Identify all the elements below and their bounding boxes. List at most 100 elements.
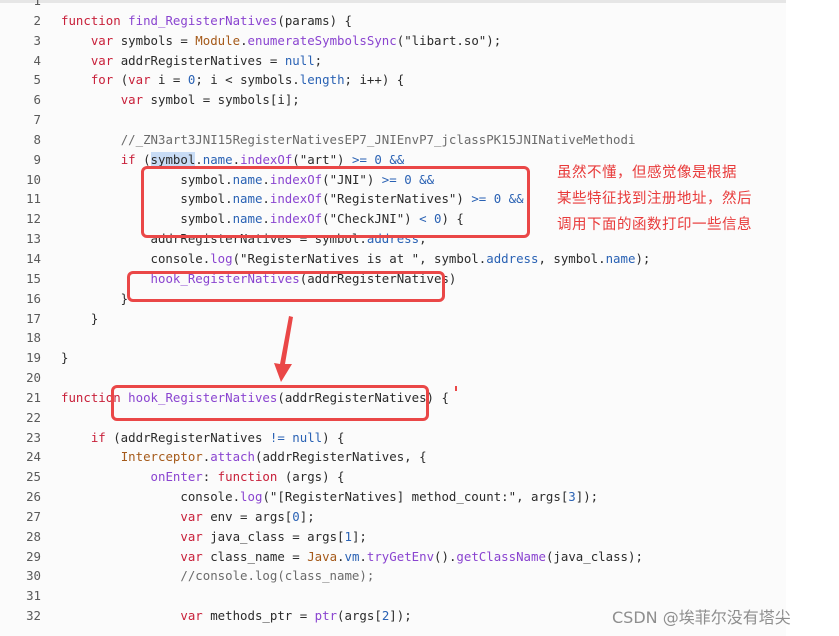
code-token: ; i < symbols. (195, 72, 300, 88)
code-token: tryGetEnv (366, 548, 435, 564)
line-number: 17 (26, 310, 41, 326)
line-number: 9 (33, 151, 41, 167)
highlight-box-hook-call (127, 271, 445, 302)
line-number: 10 (26, 171, 41, 187)
code-token: if (120, 151, 136, 167)
code-text[interactable]: var methods_ptr = ptr(args[2]); (61, 608, 412, 624)
code-text[interactable]: console.log("[RegisterNatives] method_co… (61, 489, 598, 504)
line-number: 4 (33, 52, 41, 68)
code-token: length (299, 72, 345, 88)
code-token: console. (61, 250, 211, 266)
code-line: 8 //_ZN3art3JNI15RegisterNativesEP7_JNIE… (0, 130, 786, 150)
code-token: (args) { (277, 469, 345, 485)
line-number: 11 (26, 191, 41, 207)
line-number: 1 (33, 0, 41, 8)
code-token: function (61, 12, 121, 28)
code-token: log (240, 489, 263, 505)
code-text[interactable]: var addrRegisterNatives = null; (61, 53, 322, 68)
code-line: 24 Interceptor.attach(addrRegisterNative… (0, 447, 786, 467)
code-token: if (90, 429, 106, 445)
code-token: enumerateSymbolsSync (247, 32, 397, 48)
line-number: 22 (26, 409, 41, 425)
code-token: symbol (150, 151, 196, 167)
code-line: 1 (0, 0, 786, 11)
code-token: ; (314, 52, 323, 68)
code-text[interactable]: Interceptor.attach(addrRegisterNatives, … (61, 449, 427, 464)
code-token: ]); (389, 608, 412, 624)
code-text[interactable]: var java_class = args[1]; (61, 529, 367, 544)
code-text[interactable]: console.log("RegisterNatives is at ", sy… (61, 250, 651, 266)
code-line: 30 //console.log(class_name); (0, 566, 786, 586)
code-text[interactable]: } (61, 350, 68, 365)
code-token: . (195, 151, 203, 167)
line-number: 29 (26, 548, 41, 564)
code-text[interactable]: } (61, 311, 98, 326)
code-token: (java_class); (545, 548, 643, 564)
line-number: 16 (26, 290, 41, 306)
code-token: var (120, 92, 144, 108)
code-token: log (210, 250, 233, 266)
annotation-note: 虽然不懂，但感觉像是根据 某些特征找到注册地址，然后 调用下面的函数打印一些信息 (557, 160, 752, 238)
code-line: 3 var symbols = Module.enumerateSymbolsS… (0, 31, 786, 51)
code-token: (). (434, 548, 457, 564)
code-token: attach (210, 449, 255, 465)
code-token: ]; (351, 528, 367, 544)
code-text[interactable]: onEnter: function (args) { (61, 469, 345, 484)
watermark: CSDN @埃菲尔没有塔尖 (612, 608, 791, 627)
code-text[interactable]: var symbol = symbols[i]; (61, 92, 300, 107)
code-text[interactable]: //console.log(class_name); (61, 568, 374, 583)
line-number: 21 (26, 389, 41, 405)
line-number: 32 (26, 608, 41, 624)
code-token: for (90, 72, 114, 88)
code-token: indexOf (240, 151, 293, 167)
code-text[interactable]: function find_RegisterNatives(params) { (61, 13, 352, 28)
code-line: 29 var class_name = Java.vm.tryGetEnv().… (0, 547, 786, 567)
highlight-box-conditions (141, 166, 530, 238)
stray-mark (455, 386, 457, 391)
code-token: ("RegisterNatives is at ", symbol. (232, 250, 487, 266)
code-line: 19} (0, 348, 786, 368)
code-token: != (269, 429, 285, 445)
code-token: && (389, 151, 405, 167)
code-line: 5 for (var i = 0; i < symbols.length; i+… (0, 70, 786, 90)
code-token: ( (135, 151, 151, 167)
code-text[interactable]: var symbols = Module.enumerateSymbolsSyn… (61, 33, 501, 48)
code-text[interactable]: //_ZN3art3JNI15RegisterNativesEP7_JNIEnv… (61, 132, 636, 147)
line-number: 19 (26, 350, 41, 366)
arrow-down-icon (274, 316, 293, 382)
code-token: ("libart.so"); (396, 32, 502, 48)
code-token: symbol = symbols[i]; (143, 92, 300, 108)
code-text[interactable]: for (var i = 0; i < symbols.length; i++)… (61, 72, 404, 87)
code-token: onEnter (150, 469, 203, 485)
code-token: . (359, 548, 367, 564)
code-token: var (180, 508, 203, 524)
code-token: null (284, 52, 315, 68)
code-text[interactable]: var class_name = Java.vm.tryGetEnv().get… (61, 549, 643, 564)
code-text[interactable]: if (symbol.name.indexOf("art") >= 0 && (61, 151, 405, 167)
line-number: 26 (26, 489, 41, 505)
code-token: i = (150, 72, 188, 88)
code-token: >= (351, 151, 367, 167)
code-token: vm (344, 548, 360, 564)
code-text[interactable]: } (61, 291, 128, 306)
code-token: find_RegisterNatives (128, 12, 278, 28)
line-number: 23 (26, 429, 41, 445)
code-line: 2 function find_RegisterNatives(params) { (0, 11, 786, 31)
code-token: Interceptor (120, 449, 203, 465)
code-line: 6 var symbol = symbols[i]; (0, 90, 786, 110)
code-token: . (337, 548, 345, 564)
code-token: function (217, 469, 278, 485)
line-number: 28 (26, 528, 41, 544)
code-text[interactable]: var env = args[0]; (61, 508, 314, 524)
code-token: . (232, 151, 241, 167)
annotation-line: 虽然不懂，但感觉像是根据 (557, 165, 737, 181)
code-token: 0 (374, 151, 382, 167)
code-token: (args[ (337, 608, 382, 624)
code-text[interactable]: if (addrRegisterNatives != null) { (61, 430, 345, 445)
